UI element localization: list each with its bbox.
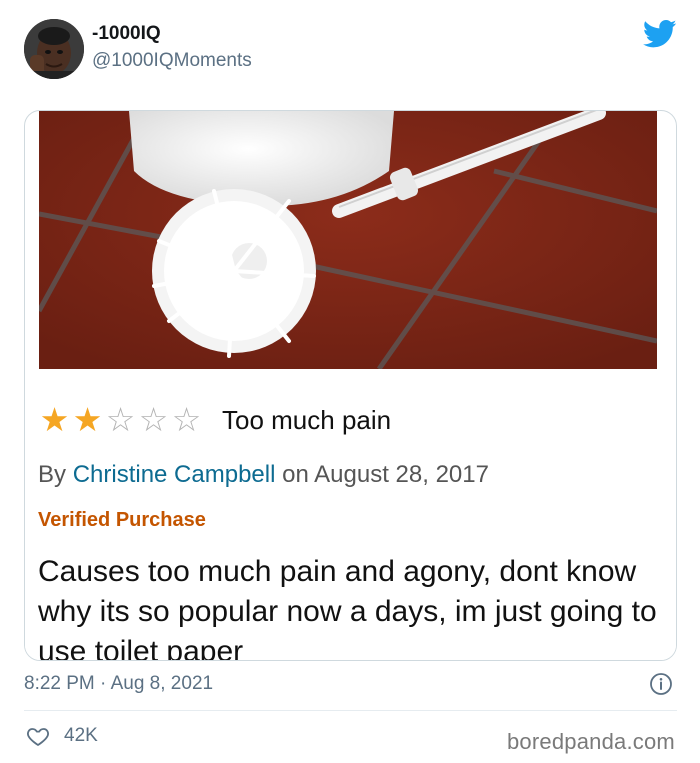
star-empty-icon: ☆ (105, 401, 136, 438)
product-review: ★ ★ ☆ ☆ ☆ Too much pain By Christine Cam… (25, 369, 676, 661)
tweet-timestamp[interactable]: 8:22 PM · Aug 8, 2021 (24, 673, 213, 695)
byline-prefix: By (38, 461, 73, 488)
avatar[interactable] (24, 19, 84, 79)
twitter-bird-icon[interactable] (643, 19, 677, 49)
toilet-brush-photo (39, 111, 657, 369)
tweet-card: -1000IQ @1000IQMoments ★ ★ ☆ ☆ ☆ Too muc… (0, 0, 700, 763)
review-date: on August 28, 2017 (275, 461, 489, 488)
star-filled-icon: ★ (72, 401, 103, 438)
star-empty-icon: ☆ (138, 401, 169, 438)
divider (24, 710, 677, 711)
display-name[interactable]: -1000IQ (92, 23, 161, 45)
star-empty-icon: ☆ (171, 401, 202, 438)
review-title: Too much pain (222, 405, 392, 435)
review-author-link: Christine Campbell (72, 461, 276, 488)
toilet-brush-image (39, 111, 657, 369)
like-count[interactable]: 42K (64, 725, 98, 747)
verified-purchase-badge: Verified Purchase (38, 509, 206, 531)
review-body: Causes too much pain and agony, dont kno… (38, 555, 657, 661)
user-handle[interactable]: @1000IQMoments (92, 50, 252, 72)
avatar-image (24, 19, 84, 79)
review-byline: By Christine Campbell on August 28, 2017 (38, 461, 489, 489)
star-rating: ★ ★ ☆ ☆ ☆ (38, 403, 203, 437)
tweet-media[interactable]: ★ ★ ☆ ☆ ☆ Too much pain By Christine Cam… (24, 110, 677, 661)
info-icon[interactable] (649, 672, 673, 696)
star-filled-icon: ★ (39, 401, 70, 438)
heart-icon[interactable] (26, 724, 50, 748)
source-watermark: boredpanda.com (507, 729, 675, 754)
